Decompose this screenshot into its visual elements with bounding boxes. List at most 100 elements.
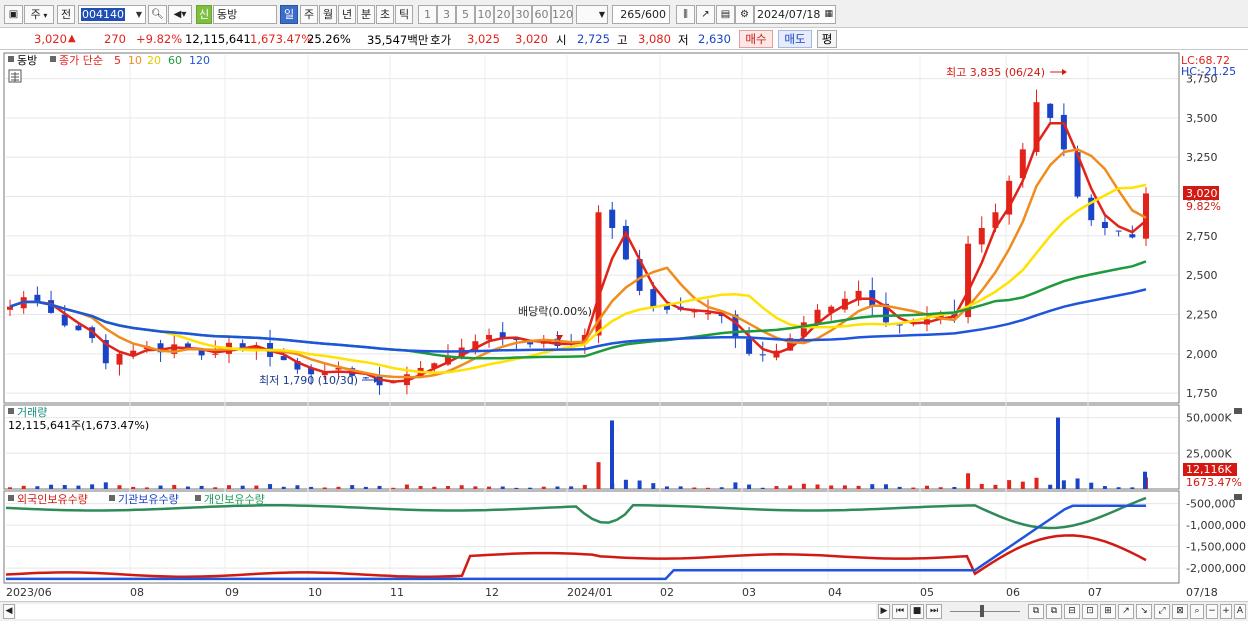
volume-spike-bar [1143, 471, 1147, 489]
interval-20[interactable]: 20 [494, 5, 513, 24]
zoom-slider-thumb[interactable] [980, 605, 984, 617]
prev-button[interactable]: 전 [57, 5, 75, 24]
search-icon[interactable]: ⌕ [1190, 604, 1204, 619]
tool-icon[interactable]: ⊟ [1064, 604, 1080, 619]
volume-bar [404, 484, 409, 489]
first-icon[interactable]: ⏮ [892, 604, 908, 619]
save-icon[interactable]: ▤ [716, 5, 735, 24]
trade-amount: 35,547백만 [367, 33, 429, 47]
stock-code-input[interactable]: 004140 ▼ [78, 5, 146, 24]
tool-icon[interactable]: ↘ [1136, 604, 1152, 619]
layout-icon[interactable]: ▣ [4, 5, 23, 24]
up-arrow-icon: ▲ [68, 33, 76, 44]
volume-bar [1116, 487, 1121, 489]
interval-3[interactable]: 3 [437, 5, 456, 24]
holdings-tick-label: -2,000,000 [1186, 562, 1246, 575]
period-month[interactable]: 월 [319, 5, 337, 24]
legend-stock: 동방 [17, 54, 37, 67]
avg-button[interactable]: 평 [817, 30, 837, 48]
chevron-down-icon[interactable]: ▼ [135, 6, 143, 23]
interval-5[interactable]: 5 [456, 5, 475, 24]
scrollbar-track[interactable] [16, 604, 876, 619]
date-input[interactable]: 2024/07/18 ▦ [754, 5, 836, 24]
buy-button[interactable]: 매수 [739, 30, 773, 48]
price-change-pct: +9.82% [136, 32, 183, 46]
period-second[interactable]: 초 [376, 5, 394, 24]
volume-bar [377, 485, 382, 489]
volume-bar [678, 486, 683, 489]
sell-button[interactable]: 매도 [778, 30, 812, 48]
candle-body [746, 338, 753, 354]
volume-bar [144, 487, 149, 489]
volume-bar [651, 483, 656, 489]
market-select[interactable]: 주 ▾ [24, 5, 54, 24]
volume-bar [49, 484, 54, 489]
period-tick[interactable]: 틱 [395, 5, 413, 24]
bottom-bar: ◀ ▶ ⏮ ■ ⏭ ⧉ ⧉ ⊟ ⊡ ⊞ ↗ ↘ ⤢ ⊠ ⌕ − + A [0, 601, 1248, 621]
maximize-icon[interactable] [1234, 408, 1242, 414]
legend-bullet-icon [8, 495, 14, 501]
open-label: 시 [556, 33, 567, 47]
price-tick-label: 1,750 [1186, 387, 1218, 400]
volume-bar [281, 486, 286, 489]
volume-bar [596, 462, 601, 489]
turnover-pct: 25.26% [307, 32, 351, 46]
volume-bar [993, 484, 998, 489]
x-tick-label: 05 [920, 586, 934, 599]
period-day[interactable]: 일 [280, 5, 298, 24]
candle-body [212, 353, 219, 355]
volume-bar [514, 487, 519, 489]
scroll-left-icon[interactable]: ◀ [3, 604, 15, 619]
bar-count-field[interactable]: 265/600 [612, 5, 670, 24]
zoom-out-icon[interactable]: − [1206, 604, 1218, 619]
holdings-tick-label: -1,000,000 [1186, 519, 1246, 532]
interval-1[interactable]: 1 [418, 5, 437, 24]
gear-icon[interactable]: ⚙ [735, 5, 754, 24]
stock-chart[interactable]: 3,7503,5003,2503,0002,7502,5002,2502,000… [0, 51, 1248, 601]
volume-tick-label: 50,000K [1186, 412, 1232, 425]
scroll-right-icon[interactable]: ▶ [878, 604, 890, 619]
search-icon[interactable]: 🔍︎ [148, 5, 167, 24]
drawing-icon[interactable]: ↗ [696, 5, 715, 24]
volume-bar [555, 486, 560, 489]
interval-60[interactable]: 60 [532, 5, 551, 24]
speaker-icon[interactable]: ◀▾ [168, 5, 192, 24]
interval-30[interactable]: 30 [513, 5, 532, 24]
maximize-icon[interactable] [1234, 494, 1242, 500]
volume-bar [295, 485, 300, 489]
bar-count: 265 [620, 8, 642, 21]
tool-icon[interactable]: ⧉ [1028, 604, 1044, 619]
stop-icon[interactable]: ■ [910, 604, 924, 619]
tool-icon[interactable]: ⊠ [1172, 604, 1188, 619]
volume-bar [952, 486, 957, 489]
tool-icon[interactable]: ⧉ [1046, 604, 1062, 619]
calendar-icon[interactable]: ▦ [824, 6, 833, 23]
table-icon-lines [11, 72, 19, 82]
tool-icon[interactable]: ↗ [1118, 604, 1134, 619]
volume-bar [158, 485, 163, 489]
volume-bar [582, 484, 587, 489]
high-label: 고 [617, 33, 628, 47]
tool-icon[interactable]: ⤢ [1154, 604, 1170, 619]
toolbar: ▣ 주 ▾ 전 004140 ▼ 🔍︎ ◀▾ 신 동방 일 주 월 년 분 초 … [0, 0, 1248, 28]
x-tick-label: 12 [485, 586, 499, 599]
stock-name-field[interactable]: 동방 [213, 5, 277, 24]
custom-interval-select[interactable]: ▼ [576, 5, 608, 24]
period-week[interactable]: 주 [300, 5, 318, 24]
period-minute[interactable]: 분 [357, 5, 375, 24]
price-change: 270 [104, 32, 126, 46]
interval-10[interactable]: 10 [475, 5, 494, 24]
high-annotation: 최고 3,835 (06/24) [946, 66, 1045, 79]
zoom-slider[interactable] [950, 604, 1020, 619]
interval-120[interactable]: 120 [551, 5, 573, 24]
period-year[interactable]: 년 [338, 5, 356, 24]
zoom-in-icon[interactable]: + [1220, 604, 1232, 619]
tool-icon[interactable]: ⊞ [1100, 604, 1116, 619]
candle-icon[interactable]: ⫼ [676, 5, 695, 24]
last-icon[interactable]: ⏭ [926, 604, 942, 619]
indiv-holdings-label: 개인보유수량 [204, 493, 265, 506]
volume-spike-bar [1056, 417, 1060, 489]
auto-icon[interactable]: A [1234, 604, 1246, 619]
tool-icon[interactable]: ⊡ [1082, 604, 1098, 619]
volume-bar [719, 487, 724, 489]
